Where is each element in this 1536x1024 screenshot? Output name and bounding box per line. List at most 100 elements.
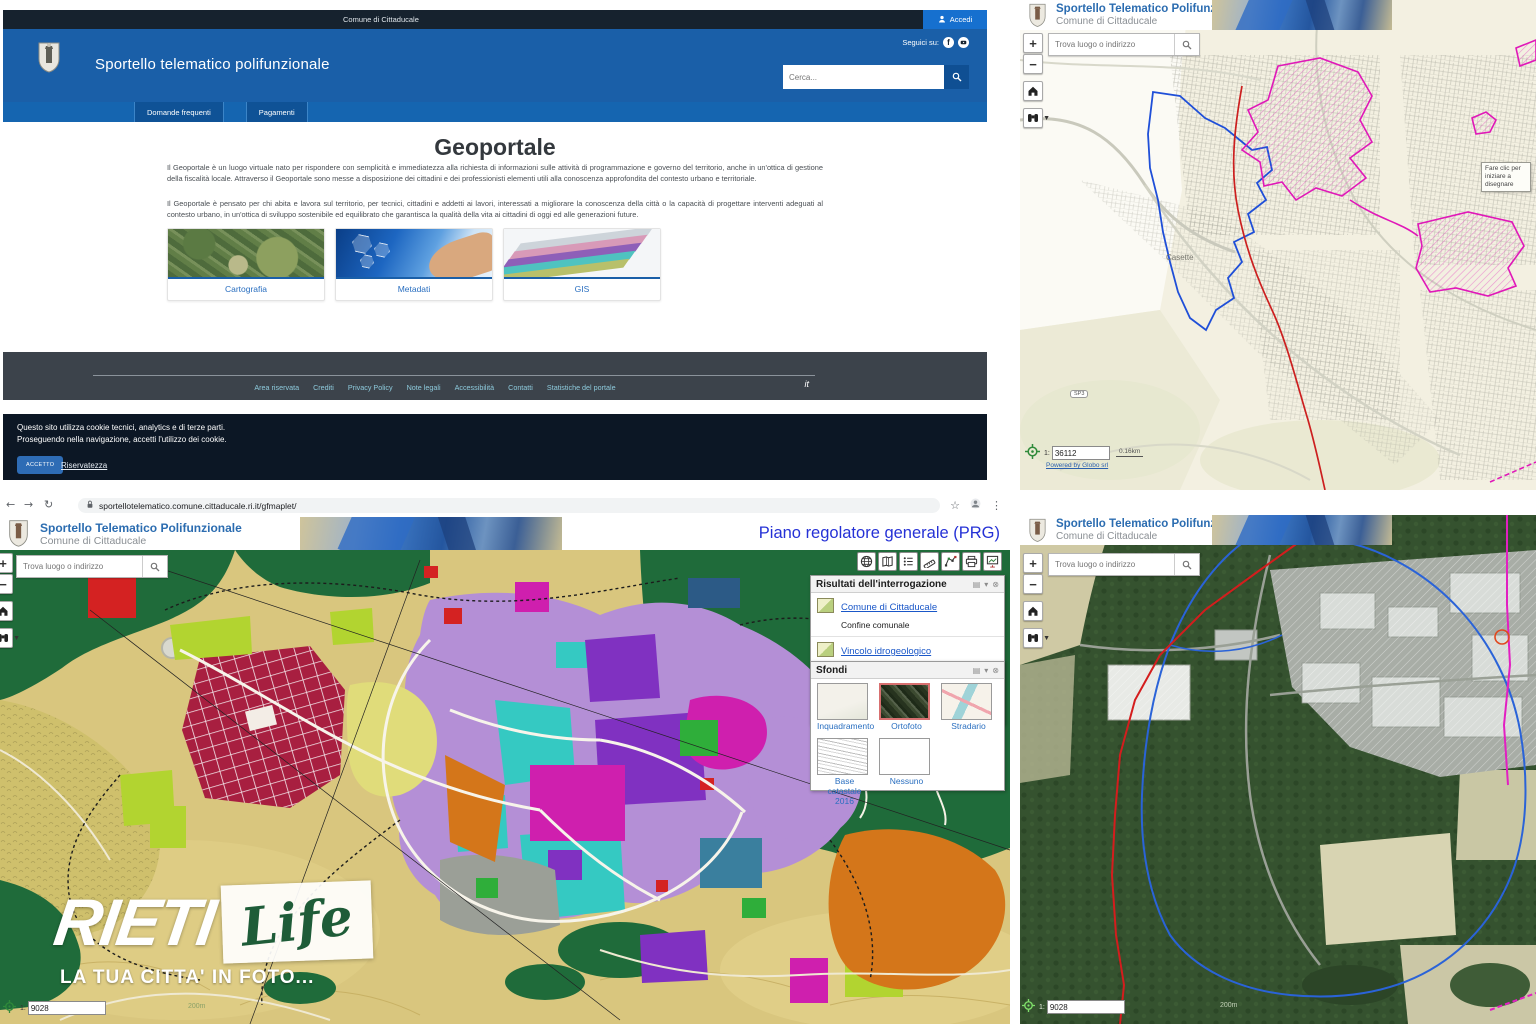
magnifier-icon[interactable] bbox=[142, 556, 167, 577]
footer-link-statistiche[interactable]: Statistiche del portale bbox=[547, 383, 616, 392]
background-option-base-catastale[interactable]: Base catastale 2016 bbox=[817, 738, 872, 806]
zoom-in-button[interactable]: + bbox=[1023, 553, 1043, 573]
gis-thumbnail bbox=[504, 229, 660, 279]
locate-search-input[interactable] bbox=[1049, 554, 1174, 575]
viewer-brand-title: Sportello Telematico Polifunzionale bbox=[40, 521, 242, 535]
background-option-stradario[interactable]: Stradario bbox=[941, 683, 996, 732]
locate-search-input[interactable] bbox=[1049, 34, 1174, 55]
legend-icon[interactable] bbox=[899, 552, 918, 571]
close-panel-icon[interactable]: ⊗ bbox=[992, 666, 999, 675]
profile-avatar-icon[interactable] bbox=[970, 498, 981, 512]
magnifier-icon[interactable] bbox=[1174, 554, 1199, 575]
footer-link-contatti[interactable]: Contatti bbox=[508, 383, 533, 392]
zoom-out-button[interactable]: − bbox=[1023, 574, 1043, 594]
backgrounds-panel-header[interactable]: Sfondi ▤ ▾ ⊗ bbox=[811, 662, 1004, 679]
background-option-inquadramento[interactable]: Inquadramento bbox=[817, 683, 872, 732]
result-row-confine-comunale[interactable]: Comune di Cittaducale Confine comunale bbox=[811, 593, 1004, 637]
ortho-map-canvas[interactable] bbox=[1020, 515, 1536, 1024]
padlock-icon bbox=[86, 500, 94, 511]
footer-link-area-riservata[interactable]: Area riservata bbox=[254, 383, 299, 392]
prg-browser-window: ← → ↻ sportellotelematico.comune.cittadu… bbox=[0, 495, 1010, 1024]
cartografia-thumbnail bbox=[168, 229, 324, 279]
home-extent-button[interactable] bbox=[1023, 81, 1043, 101]
background-thumb-selected[interactable] bbox=[879, 683, 930, 720]
home-extent-button[interactable] bbox=[0, 601, 13, 621]
facebook-icon[interactable]: f bbox=[943, 37, 954, 48]
card-label: Cartografia bbox=[168, 279, 324, 300]
back-button[interactable]: ← bbox=[6, 498, 15, 511]
cadastral-map-canvas[interactable] bbox=[1020, 0, 1536, 490]
page-content: Geoportale Il Geoportale è un luogo virt… bbox=[3, 122, 987, 350]
footer-link-accessibilita[interactable]: Accessibilità bbox=[455, 383, 495, 392]
gps-locate-icon[interactable] bbox=[3, 1000, 16, 1013]
nav-tab-pagamenti[interactable]: Pagamenti bbox=[246, 102, 308, 122]
dock-panel-icon[interactable]: ▤ bbox=[973, 580, 981, 589]
find-layers-button[interactable]: ▼ bbox=[1023, 628, 1043, 648]
gps-locate-icon[interactable] bbox=[1022, 999, 1035, 1012]
collapse-panel-icon[interactable]: ▾ bbox=[984, 580, 988, 589]
chevron-down-icon: ▼ bbox=[1043, 635, 1050, 642]
youtube-icon[interactable] bbox=[958, 37, 969, 48]
road-label: SP3 bbox=[1070, 390, 1088, 398]
scale-input[interactable] bbox=[1047, 1000, 1125, 1014]
background-option-nessuno[interactable]: Nessuno bbox=[879, 738, 934, 787]
reload-button[interactable]: ↻ bbox=[44, 498, 53, 511]
background-thumb[interactable] bbox=[941, 683, 992, 720]
zoom-out-button[interactable]: − bbox=[0, 574, 13, 594]
scale-input[interactable] bbox=[28, 1001, 106, 1015]
footer-link-privacy[interactable]: Privacy Policy bbox=[348, 383, 393, 392]
measure-icon[interactable] bbox=[920, 552, 939, 571]
magnifier-icon[interactable] bbox=[1174, 34, 1199, 55]
login-button[interactable]: Accedi bbox=[923, 10, 987, 29]
card-cartografia[interactable]: Cartografia bbox=[167, 228, 325, 301]
site-nav: Domande frequenti Pagamenti bbox=[3, 102, 987, 122]
zoom-in-button[interactable]: + bbox=[0, 553, 13, 573]
scale-prefix: 1: bbox=[1039, 1004, 1045, 1011]
zoom-out-button[interactable]: − bbox=[1023, 54, 1043, 74]
forward-button[interactable]: → bbox=[24, 498, 33, 511]
watermark-box: Life bbox=[220, 880, 373, 963]
scale-input[interactable] bbox=[1052, 446, 1110, 460]
results-panel-header[interactable]: Risultati dell'interrogazione ▤ ▾ ⊗ bbox=[811, 576, 1004, 593]
address-bar[interactable]: sportellotelematico.comune.cittaducale.r… bbox=[78, 498, 940, 513]
footer-link-note-legali[interactable]: Note legali bbox=[407, 383, 441, 392]
overview-map-icon[interactable] bbox=[878, 552, 897, 571]
menu-dots-icon[interactable]: ⋮ bbox=[991, 499, 1002, 512]
background-thumb[interactable] bbox=[879, 738, 930, 775]
find-layers-button[interactable]: ▼ bbox=[1023, 108, 1043, 128]
scale-prefix: 1: bbox=[1044, 450, 1050, 457]
place-label: Casette bbox=[1166, 253, 1194, 262]
card-gis[interactable]: GIS bbox=[503, 228, 661, 301]
card-metadati[interactable]: Metadati bbox=[335, 228, 493, 301]
site-topbar: Comune di Cittaducale Accedi bbox=[3, 10, 987, 29]
find-layers-button[interactable]: ▼ bbox=[0, 628, 13, 648]
locate-search-input[interactable] bbox=[17, 556, 142, 577]
zoom-in-button[interactable]: + bbox=[1023, 33, 1043, 53]
background-option-ortofoto[interactable]: Ortofoto bbox=[879, 683, 934, 732]
backgrounds-panel-title: Sfondi bbox=[816, 665, 973, 676]
bookmark-star-icon[interactable]: ☆ bbox=[950, 499, 960, 512]
map-credit-link[interactable]: Powered by Globo srl bbox=[1046, 462, 1108, 469]
cookie-privacy-link[interactable]: Riservatezza bbox=[61, 461, 107, 470]
background-thumb[interactable] bbox=[817, 738, 868, 775]
background-thumb[interactable] bbox=[817, 683, 868, 720]
cookie-accept-button[interactable]: ACCETTO bbox=[17, 456, 63, 474]
result-link[interactable]: Comune di Cittaducale bbox=[841, 602, 937, 613]
collapse-panel-icon[interactable]: ▾ bbox=[984, 666, 988, 675]
print-icon[interactable] bbox=[962, 552, 981, 571]
dock-panel-icon[interactable]: ▤ bbox=[973, 666, 981, 675]
close-panel-icon[interactable]: ⊗ bbox=[992, 580, 999, 589]
search-button[interactable] bbox=[944, 65, 969, 89]
site-search-input[interactable] bbox=[783, 65, 944, 89]
footer-link-crediti[interactable]: Crediti bbox=[313, 383, 334, 392]
result-link[interactable]: Vincolo idrogeologico bbox=[841, 646, 931, 657]
export-icon[interactable] bbox=[983, 552, 1002, 571]
background-label: Inquadramento bbox=[817, 722, 872, 732]
section-cards: Cartografia Metadati bbox=[167, 228, 661, 301]
footer-divider bbox=[93, 375, 815, 376]
gps-locate-icon[interactable] bbox=[1025, 444, 1040, 459]
globe-icon[interactable] bbox=[857, 552, 876, 571]
home-extent-button[interactable] bbox=[1023, 601, 1043, 621]
nav-tab-domande-frequenti[interactable]: Domande frequenti bbox=[134, 102, 224, 122]
draw-icon[interactable] bbox=[941, 552, 960, 571]
